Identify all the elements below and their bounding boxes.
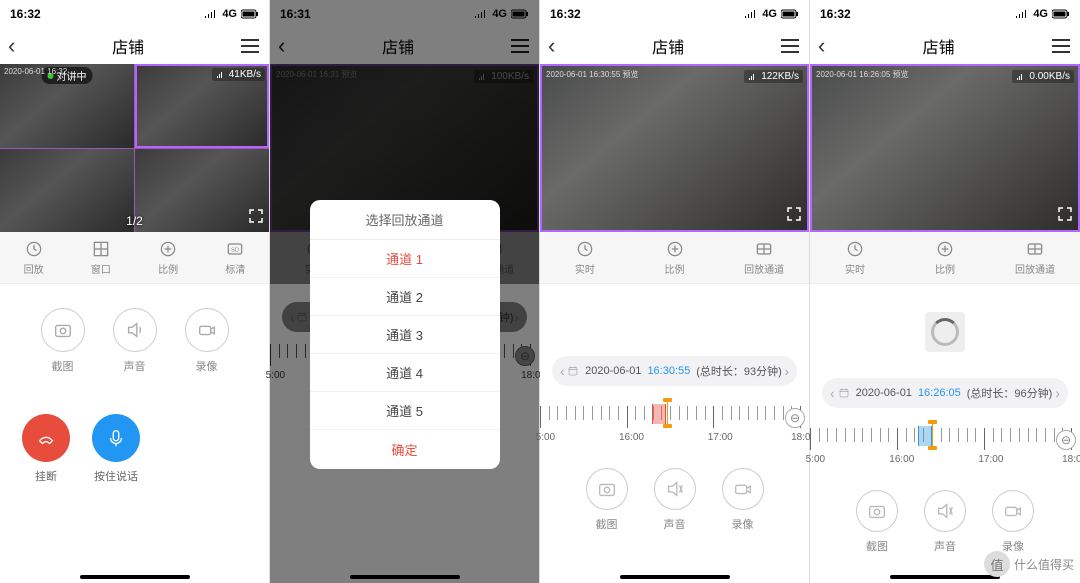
channel-option-2[interactable]: 通道 2 bbox=[310, 278, 500, 316]
clock: 16:32 bbox=[10, 7, 41, 21]
action-sound[interactable]: 声音 bbox=[113, 308, 157, 374]
action-record[interactable]: 录像 bbox=[992, 490, 1034, 554]
tool-ratio[interactable]: 比例 bbox=[630, 232, 720, 283]
menu-button[interactable] bbox=[241, 39, 261, 53]
channel-option-4[interactable]: 通道 4 bbox=[310, 354, 500, 392]
cell-timestamp: 2020-06-01 16:32 bbox=[4, 67, 67, 76]
tool-live[interactable]: 实时 bbox=[810, 232, 900, 283]
date-picker[interactable]: ‹2020-06-0116:26:05(总时长：96分钟)› bbox=[822, 378, 1068, 408]
calendar-icon bbox=[567, 365, 579, 377]
screen-playback-channel-select: 16:314G ‹店铺 100KB/s2020-06-01 16:31 预览 实… bbox=[270, 0, 540, 583]
page-title: 店铺 bbox=[112, 34, 144, 58]
menu-button[interactable] bbox=[781, 39, 801, 53]
action-sound-muted[interactable]: 声音 bbox=[654, 468, 696, 532]
loading-spinner bbox=[810, 284, 1080, 360]
signal: 4G bbox=[204, 8, 259, 20]
camera-cell-3[interactable] bbox=[0, 149, 134, 233]
pager: 1/2 bbox=[126, 214, 143, 228]
toolbar: 回放 窗口 比例 SD标清 bbox=[0, 232, 269, 284]
home-indicator[interactable] bbox=[620, 575, 730, 579]
fullscreen-icon[interactable] bbox=[1058, 207, 1072, 224]
home-indicator[interactable] bbox=[80, 575, 190, 579]
action-screenshot[interactable]: 截图 bbox=[856, 490, 898, 554]
back-button[interactable]: ‹ bbox=[8, 33, 15, 59]
tool-ratio[interactable]: 比例 bbox=[900, 232, 990, 283]
push-to-talk-button[interactable]: 按住说话 bbox=[92, 414, 140, 484]
tool-playback[interactable]: 回放 bbox=[0, 232, 67, 283]
menu-button[interactable] bbox=[1052, 39, 1072, 53]
action-sound-muted[interactable]: 声音 bbox=[924, 490, 966, 554]
svg-text:SD: SD bbox=[231, 248, 239, 254]
fullscreen-icon[interactable] bbox=[249, 209, 263, 226]
bitrate-badge: 122KB/s bbox=[744, 70, 803, 83]
tool-ratio[interactable]: 比例 bbox=[135, 232, 202, 283]
call-row: 挂断 按住说话 bbox=[0, 384, 269, 484]
recorded-segment[interactable] bbox=[918, 426, 932, 446]
zoom-out-icon[interactable]: ⊖ bbox=[1056, 430, 1076, 450]
tool-channel[interactable]: 回放通道 bbox=[990, 232, 1080, 283]
screen-live-quad: 16:32 4G ‹ 店铺 对讲中 2020-06-01 16:32 bbox=[0, 0, 270, 583]
camera-cell-1[interactable]: 对讲中 2020-06-01 16:32 bbox=[0, 64, 134, 148]
fullscreen-icon[interactable] bbox=[787, 207, 801, 224]
back-button[interactable]: ‹ bbox=[548, 33, 555, 59]
action-row: 截图 声音 录像 bbox=[0, 284, 269, 384]
watermark: 值什么值得买 bbox=[984, 551, 1074, 577]
prev-day-icon[interactable]: ‹ bbox=[560, 363, 565, 379]
tool-channel[interactable]: 回放通道 bbox=[719, 232, 809, 283]
playhead[interactable] bbox=[667, 400, 668, 426]
timeline[interactable]: ⊖ 5:0016:0017:0018:00 bbox=[810, 424, 1080, 472]
back-button[interactable]: ‹ bbox=[818, 33, 825, 59]
nav-bar: ‹ 店铺 bbox=[0, 28, 269, 64]
channel-option-1[interactable]: 通道 1 bbox=[310, 240, 500, 278]
hangup-button[interactable]: 挂断 bbox=[22, 414, 70, 484]
next-day-icon[interactable]: › bbox=[784, 363, 789, 379]
video-player[interactable]: 122KB/s2020-06-01 16:30:55 预览 bbox=[540, 64, 809, 232]
sheet-confirm-button[interactable]: 确定 bbox=[310, 430, 500, 469]
tool-window[interactable]: 窗口 bbox=[67, 232, 134, 283]
home-indicator[interactable] bbox=[350, 575, 460, 579]
recorded-segment[interactable] bbox=[652, 404, 666, 424]
tool-quality[interactable]: SD标清 bbox=[202, 232, 269, 283]
channel-option-3[interactable]: 通道 3 bbox=[310, 316, 500, 354]
action-screenshot[interactable]: 截图 bbox=[586, 468, 628, 532]
screen-playback: 16:324G ‹店铺 122KB/s2020-06-01 16:30:55 预… bbox=[540, 0, 810, 583]
sheet-title: 选择回放通道 bbox=[310, 200, 500, 240]
timeline[interactable]: ⊖ 5:0016:0017:0018:00 bbox=[540, 402, 809, 450]
status-bar: 16:32 4G bbox=[0, 0, 269, 28]
tool-live[interactable]: 实时 bbox=[540, 232, 630, 283]
action-record[interactable]: 录像 bbox=[185, 308, 229, 374]
action-record[interactable]: 录像 bbox=[722, 468, 764, 532]
camera-cell-4[interactable] bbox=[135, 149, 269, 233]
channel-option-5[interactable]: 通道 5 bbox=[310, 392, 500, 430]
playhead[interactable] bbox=[932, 422, 933, 448]
screen-playback-loading: 16:324G ‹店铺 0.00KB/s2020-06-01 16:26:05 … bbox=[810, 0, 1080, 583]
video-grid[interactable]: 对讲中 2020-06-01 16:32 41KB/s 1/2 bbox=[0, 64, 269, 232]
camera-cell-2[interactable]: 41KB/s bbox=[135, 64, 269, 148]
bitrate-badge: 41KB/s bbox=[212, 68, 265, 81]
bitrate-badge: 0.00KB/s bbox=[1012, 70, 1074, 83]
date-picker[interactable]: ‹2020-06-0116:30:55(总时长：93分钟)› bbox=[552, 356, 797, 386]
action-screenshot[interactable]: 截图 bbox=[41, 308, 85, 374]
video-player[interactable]: 0.00KB/s2020-06-01 16:26:05 预览 bbox=[810, 64, 1080, 232]
channel-select-sheet: 选择回放通道 通道 1 通道 2 通道 3 通道 4 通道 5 确定 bbox=[310, 200, 500, 469]
zoom-out-icon[interactable]: ⊖ bbox=[785, 408, 805, 428]
